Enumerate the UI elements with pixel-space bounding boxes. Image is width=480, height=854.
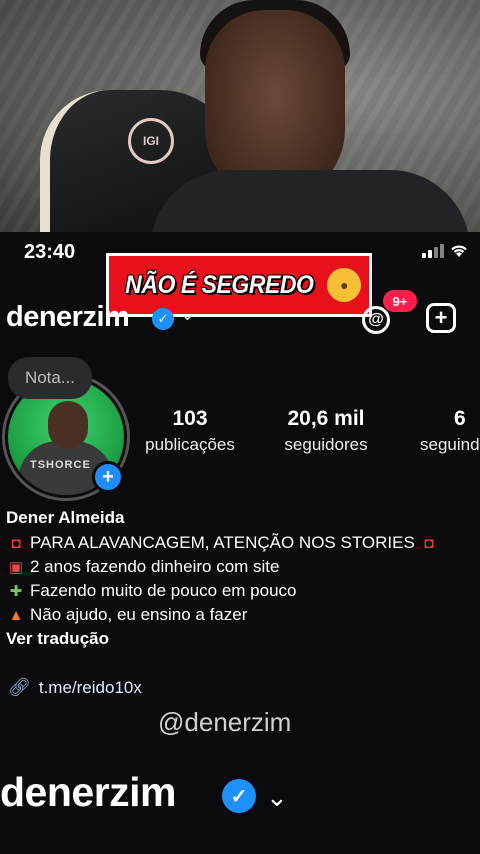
bio-text: PARA ALAVANCAGEM, ATENÇÃO NOS STORIES [30, 533, 415, 552]
status-time: 23:40 [24, 241, 76, 263]
verified-badge-icon: ✓ [152, 308, 174, 330]
video-caption: NÃO É SEGREDO ● [106, 253, 372, 317]
caption-text: NÃO É SEGREDO [124, 270, 314, 299]
stat-value: 6 [454, 407, 466, 430]
stat-value: 103 [172, 407, 208, 430]
webcam-video: IGI [0, 0, 480, 232]
watermark: @denerzim [158, 707, 292, 737]
stat-label: seguindo [420, 435, 480, 454]
verified-badge-icon: ✓ [222, 779, 256, 813]
bio-text: 2 anos fazendo dinheiro com site [30, 557, 280, 576]
create-post-button[interactable]: + [426, 303, 456, 333]
bio-line: ▲ Não ajudo, eu ensino a fazer [6, 603, 480, 627]
stat-label: publicações [145, 435, 235, 454]
link-icon: 🔗︎ [8, 677, 31, 697]
signal-icon [422, 244, 444, 258]
profile-bio: Dener Almeida ◘ PARA ALAVANCAGEM, ATENÇÃ… [6, 508, 480, 649]
stat-value: 20,6 mil [287, 407, 365, 430]
add-story-button[interactable]: + [92, 461, 124, 493]
streamer-body [150, 170, 470, 232]
bio-text: Não ajudo, eu ensino a fazer [30, 605, 248, 624]
wifi-icon [451, 245, 467, 257]
stat-posts[interactable]: 103 publicações [138, 407, 242, 455]
stat-label: seguidores [284, 435, 368, 454]
link-text[interactable]: t.me/reido10x [39, 678, 142, 698]
footer-username: denerzim [0, 769, 177, 815]
bio-line: ◘ PARA ALAVANCAGEM, ATENÇÃO NOS STORIES … [6, 531, 480, 555]
chair-logo: IGI [128, 118, 174, 164]
profile-name: Dener Almeida [6, 508, 125, 527]
avatar-shirt-text: TSHORCE [30, 459, 91, 471]
chevron-down-icon: ⌄ [266, 782, 288, 812]
note-bubble[interactable]: Nota... [8, 357, 92, 399]
stat-followers[interactable]: 20,6 mil seguidores [276, 407, 376, 455]
threads-icon[interactable]: @ [362, 306, 390, 334]
translate-link[interactable]: Ver tradução [6, 629, 480, 649]
bio-line: ▣ 2 anos fazendo dinheiro com site [6, 555, 480, 579]
bio-text: Fazendo muito de pouco em pouco [30, 581, 297, 600]
money-wings-icon: ✚ [9, 583, 23, 600]
slot-machine-icon: ▣ [8, 559, 24, 576]
profile-link[interactable]: 🔗︎ t.me/reido10x [8, 677, 142, 698]
avatar-face [48, 401, 88, 449]
fire-icon: ▲ [8, 606, 24, 624]
shushing-face-emoji: ● [327, 268, 362, 302]
siren-icon: ◘ [424, 534, 434, 552]
chevron-down-icon[interactable]: ⌄ [180, 304, 195, 325]
notifications-badge: 9+ [383, 290, 417, 312]
stat-following[interactable]: 6 seguindo [420, 407, 480, 455]
bio-line: ✚ Fazendo muito de pouco em pouco [6, 579, 480, 603]
siren-icon: ◘ [11, 534, 21, 552]
status-icons [422, 244, 468, 258]
header-username[interactable]: denerzim [6, 301, 130, 334]
